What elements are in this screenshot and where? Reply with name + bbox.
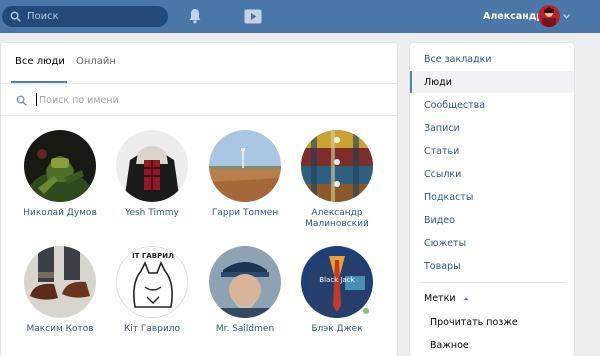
search-icon (10, 11, 21, 22)
tags-label: Метки (424, 293, 456, 304)
menu-divider (420, 282, 566, 283)
chevron-up-icon (462, 297, 469, 301)
person-card[interactable]: Гарри Топмен (199, 130, 291, 219)
avatar[interactable] (301, 130, 373, 202)
menu-item-posts[interactable]: Записи (424, 123, 460, 134)
menu-item-podcasts[interactable]: Подкасты (424, 192, 473, 203)
person-name[interactable]: Mr. Saildmen (199, 324, 291, 335)
menu-item-communities[interactable]: Сообщества (424, 100, 485, 111)
menu-item-articles[interactable]: Статьи (424, 146, 459, 157)
global-search[interactable]: Поиск (2, 6, 168, 27)
top-bar: Поиск Александр (0, 0, 600, 33)
people-search-input[interactable] (39, 91, 339, 109)
person-card[interactable]: Mr. Saildmen (199, 246, 291, 335)
tag-read-later[interactable]: Прочитать позже (430, 317, 518, 328)
bookmarks-menu: Все закладки Люди Сообщества Записи Стат… (409, 42, 575, 356)
people-search-row (1, 84, 397, 116)
menu-item-links[interactable]: Ссылки (424, 169, 461, 180)
avatar[interactable] (209, 130, 281, 202)
active-tab-underline (11, 81, 67, 83)
people-tabs: Все люди Онлайн (1, 43, 397, 84)
menu-item-videos[interactable]: Видео (424, 215, 455, 226)
avatar[interactable] (116, 130, 188, 202)
online-indicator (361, 306, 371, 316)
avatar[interactable] (24, 246, 96, 318)
person-name[interactable]: Максим Котов (14, 324, 106, 335)
person-name[interactable]: Гарри Топмен (199, 208, 291, 219)
tags-header[interactable]: Метки (424, 293, 469, 304)
avatar[interactable]: ІТ ГАВРИЛ (116, 246, 188, 318)
person-card[interactable]: Black Jack Блэк Джек (291, 246, 383, 335)
person-name[interactable]: Yesh Timmy (106, 208, 198, 219)
person-card[interactable]: Yesh Timmy (106, 130, 198, 219)
avatar[interactable] (24, 130, 96, 202)
chevron-down-icon[interactable] (563, 14, 570, 19)
person-name[interactable]: Блэк Джек (291, 324, 383, 335)
avatar-caption: Black Jack (319, 276, 355, 284)
person-card[interactable]: Максим Котов (14, 246, 106, 335)
person-name[interactable]: Александр Малиновский (291, 208, 383, 230)
tag-important[interactable]: Важное (430, 340, 469, 351)
person-card[interactable]: Александр Малиновский (291, 130, 383, 230)
play-icon[interactable] (244, 9, 262, 24)
avatar-caption: ІТ ГАВРИЛ (132, 252, 174, 260)
bookmarks-people-panel: Все люди Онлайн Николай Думов Yesh Timmy… (0, 42, 398, 356)
menu-item-people[interactable]: Люди (424, 77, 452, 88)
user-name[interactable]: Александр (483, 11, 543, 22)
menu-item-products[interactable]: Товары (424, 261, 461, 272)
person-name[interactable]: Кіт Гаврило (106, 324, 198, 335)
tab-all-people[interactable]: Все люди (15, 56, 65, 67)
user-avatar[interactable] (538, 5, 560, 27)
search-icon (16, 95, 27, 106)
person-name[interactable]: Николай Думов (14, 208, 106, 219)
tab-online[interactable]: Онлайн (76, 56, 116, 67)
avatar[interactable] (209, 246, 281, 318)
person-card[interactable]: ІТ ГАВРИЛ Кіт Гаврило (106, 246, 198, 335)
global-search-placeholder: Поиск (27, 11, 59, 22)
menu-item-all-bookmarks[interactable]: Все закладки (424, 54, 492, 65)
menu-item-stories[interactable]: Сюжеты (424, 238, 466, 249)
bell-icon[interactable] (188, 8, 202, 24)
person-card[interactable]: Николай Думов (14, 130, 106, 219)
text-cursor (36, 93, 37, 106)
